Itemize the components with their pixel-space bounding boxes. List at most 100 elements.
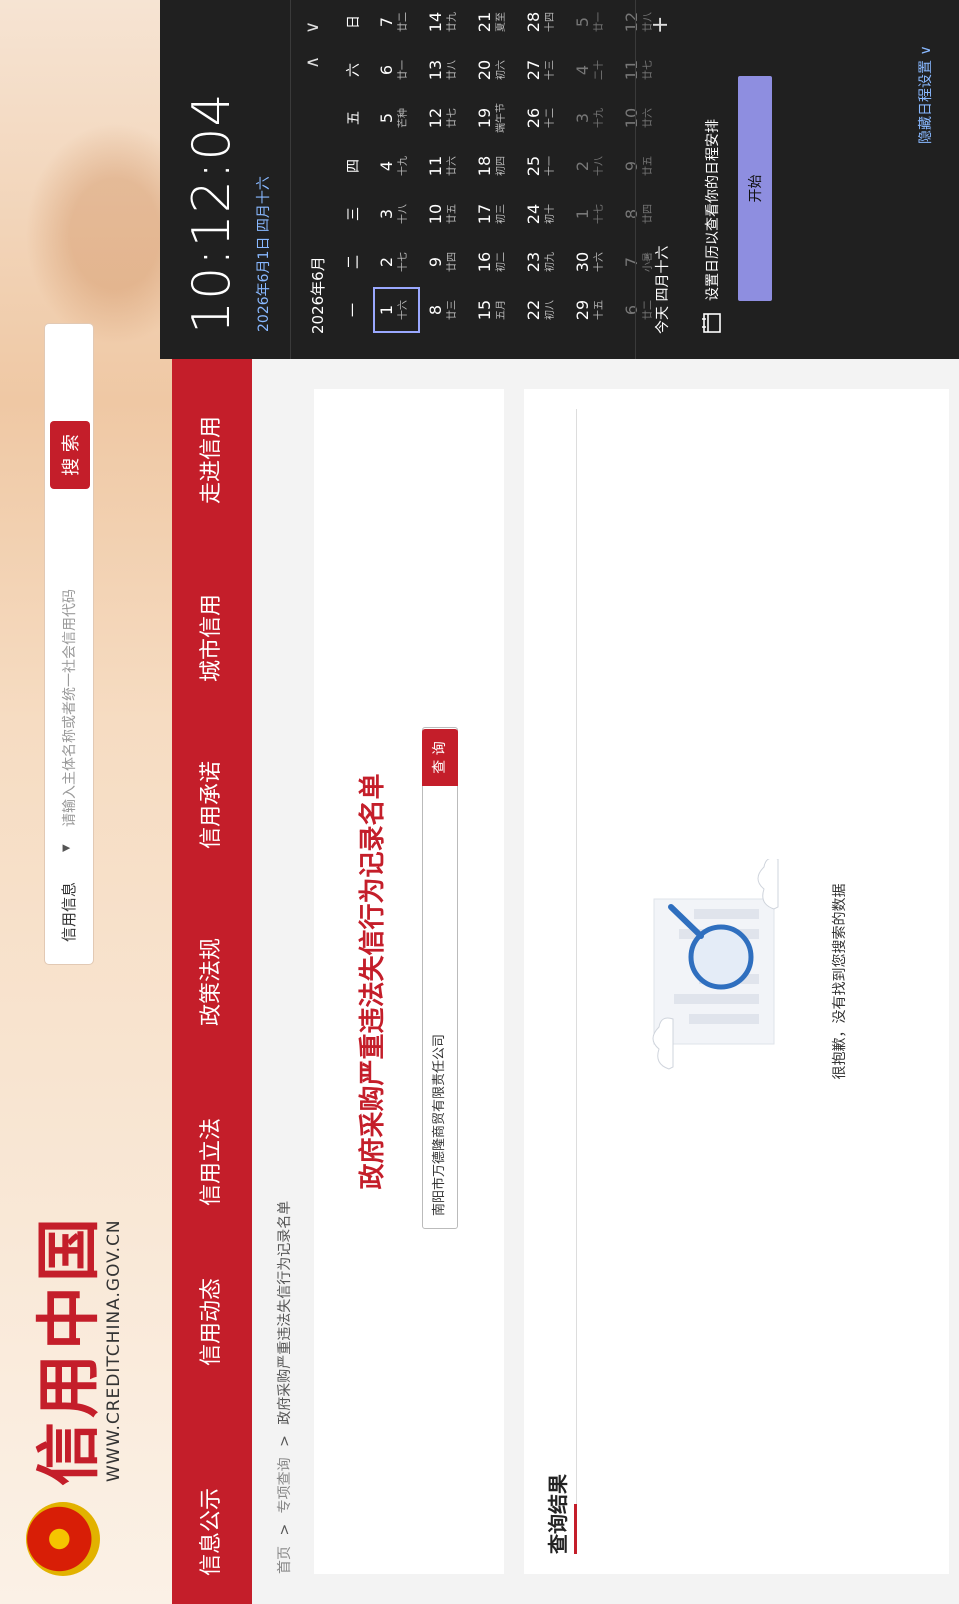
breadcrumb-special-query[interactable]: 专项查询: [277, 1457, 293, 1513]
calendar-day[interactable]: 15 五月: [470, 286, 519, 334]
calendar-day[interactable]: 8 廿四: [617, 190, 666, 238]
chevron-up-icon[interactable]: ∧: [302, 56, 323, 69]
query-input-value: 南阳市万德隆商贸有限责任公司: [432, 1033, 447, 1216]
breadcrumb-home[interactable]: 首页: [277, 1546, 293, 1574]
calendar-day[interactable]: 10 廿五: [421, 190, 470, 238]
nav-item-commitment[interactable]: 信用承诺: [172, 761, 252, 849]
calendar-day[interactable]: 17 初三: [470, 190, 519, 238]
calendar-day[interactable]: 28 十四: [519, 0, 568, 46]
day-number: 14: [426, 11, 445, 33]
calendar-day[interactable]: 9 廿四: [421, 238, 470, 286]
calendar-day[interactable]: 2 十八: [568, 142, 617, 190]
calendar-day[interactable]: 29 十五: [568, 286, 617, 334]
lunar-date: 初四: [496, 156, 507, 176]
calendar-day[interactable]: 8 廿三: [421, 286, 470, 334]
nav-item-about[interactable]: 走进信用: [172, 416, 252, 504]
calendar-flyout: 10:12:04 2026年6月1日 四月十六 2026年6月 ∧ ∨ 一 二 三 四…: [160, 0, 959, 359]
calendar-day[interactable]: 22 初八: [519, 286, 568, 334]
day-number: 28: [524, 11, 543, 33]
nav-item-legislation[interactable]: 信用立法: [172, 1118, 252, 1206]
calendar-day[interactable]: 6 廿一: [372, 46, 421, 94]
day-number: 12: [426, 107, 445, 129]
day-number: 10: [426, 203, 445, 225]
calendar-day[interactable]: 4 十九: [372, 142, 421, 190]
calendar-day[interactable]: 23 初九: [519, 238, 568, 286]
nav-item-policy[interactable]: 政策法规: [172, 938, 252, 1026]
weekday-label: 六: [346, 63, 362, 77]
search-input[interactable]: [45, 465, 95, 829]
lunar-date: 廿一: [594, 12, 605, 32]
calendar-month-label[interactable]: 2026年6月: [307, 256, 328, 334]
day-number: 1: [377, 304, 396, 316]
calendar-day[interactable]: 1 十七: [568, 190, 617, 238]
calendar-day[interactable]: 7 廿二: [372, 0, 421, 46]
calendar-day[interactable]: 3 十八: [372, 190, 421, 238]
calendar-day[interactable]: 4 二十: [568, 46, 617, 94]
calendar-day[interactable]: 20 初六: [470, 46, 519, 94]
calendar-day[interactable]: 27 十三: [519, 46, 568, 94]
nav-item-news[interactable]: 信用动态: [172, 1278, 252, 1366]
clock-time: 10:12:04: [182, 92, 242, 334]
calendar-day[interactable]: 9 廿五: [617, 142, 666, 190]
calendar-day[interactable]: 21 夏至: [470, 0, 519, 46]
calendar-day[interactable]: 14 廿九: [421, 0, 470, 46]
calendar-day[interactable]: 12 廿七: [421, 94, 470, 142]
calendar-day[interactable]: 25 十一: [519, 142, 568, 190]
day-number: 20: [475, 59, 494, 81]
calendar-day[interactable]: 2 十七: [372, 238, 421, 286]
weekday-label: 二: [346, 255, 362, 269]
lunar-date: 廿一: [398, 60, 409, 80]
calendar-day-today[interactable]: 1 十六: [372, 286, 421, 334]
site-url: WWW.CREDITCHINA.GOV.CN: [104, 1219, 124, 1482]
calendar-day[interactable]: 24 初十: [519, 190, 568, 238]
results-divider: [576, 409, 577, 1554]
calendar-day[interactable]: 11 廿七: [617, 46, 666, 94]
search-button[interactable]: 搜 索: [50, 421, 90, 489]
lunar-date: 廿五: [643, 156, 654, 176]
search-bar: 信用信息 ▼: [45, 324, 95, 964]
caret-down-icon[interactable]: ▼: [61, 844, 72, 852]
day-number: 23: [524, 251, 543, 273]
day-number: 29: [573, 299, 592, 321]
day-number: 11: [426, 155, 445, 177]
site-title[interactable]: 信用中国: [18, 1214, 110, 1486]
calendar-day[interactable]: 5 廿一: [568, 0, 617, 46]
lunar-date: 十九: [594, 108, 605, 128]
lunar-date: 廿九: [447, 12, 458, 32]
calendar-day[interactable]: 10 廿六: [617, 94, 666, 142]
day-number: 26: [524, 107, 543, 129]
calendar-day[interactable]: 26 十二: [519, 94, 568, 142]
today-label: 今天 四月十六: [655, 245, 671, 334]
breadcrumb-separator: >: [277, 1523, 293, 1536]
day-number: 6: [377, 64, 396, 76]
lunar-date: 廿二: [398, 12, 409, 32]
chevron-down-icon[interactable]: ∨: [302, 21, 323, 34]
calendar-day[interactable]: 16 初二: [470, 238, 519, 286]
query-button[interactable]: 查 询: [422, 729, 458, 786]
clock-date-link[interactable]: 2026年6月1日 四月十六: [253, 176, 273, 332]
day-number: 25: [524, 155, 543, 177]
search-category-select[interactable]: 信用信息: [45, 882, 93, 964]
hide-schedule-link[interactable]: 隐藏日程设置 ∨: [915, 45, 935, 144]
nav-item-info[interactable]: 信息公示: [172, 1488, 252, 1576]
lunar-date: 二十: [594, 60, 605, 80]
start-button[interactable]: 开始: [738, 76, 772, 301]
lunar-date: 五月: [496, 300, 507, 320]
day-number: 8: [426, 304, 445, 316]
day-number: 15: [475, 299, 494, 321]
calendar-day[interactable]: 19 端午节: [470, 94, 519, 142]
calendar-day[interactable]: 5 芒种: [372, 94, 421, 142]
day-number: 11: [622, 59, 641, 81]
add-event-icon[interactable]: +: [648, 16, 673, 34]
weekday-label: 五: [346, 111, 362, 125]
query-input[interactable]: 南阳市万德隆商贸有限责任公司: [422, 727, 458, 1229]
nav-item-city[interactable]: 城市信用: [172, 594, 252, 682]
main-content: 首页 > 专项查询 > 政府采购严重违法失信行为记录名单 政府采购严重违法失信行…: [252, 359, 959, 1604]
lunar-date: 廿七: [447, 108, 458, 128]
calendar-day[interactable]: 30 十六: [568, 238, 617, 286]
query-title: 政府采购严重违法失信行为记录名单: [358, 773, 388, 1190]
calendar-day[interactable]: 3 十九: [568, 94, 617, 142]
calendar-day[interactable]: 13 廿八: [421, 46, 470, 94]
calendar-day[interactable]: 11 廿六: [421, 142, 470, 190]
calendar-day[interactable]: 18 初四: [470, 142, 519, 190]
